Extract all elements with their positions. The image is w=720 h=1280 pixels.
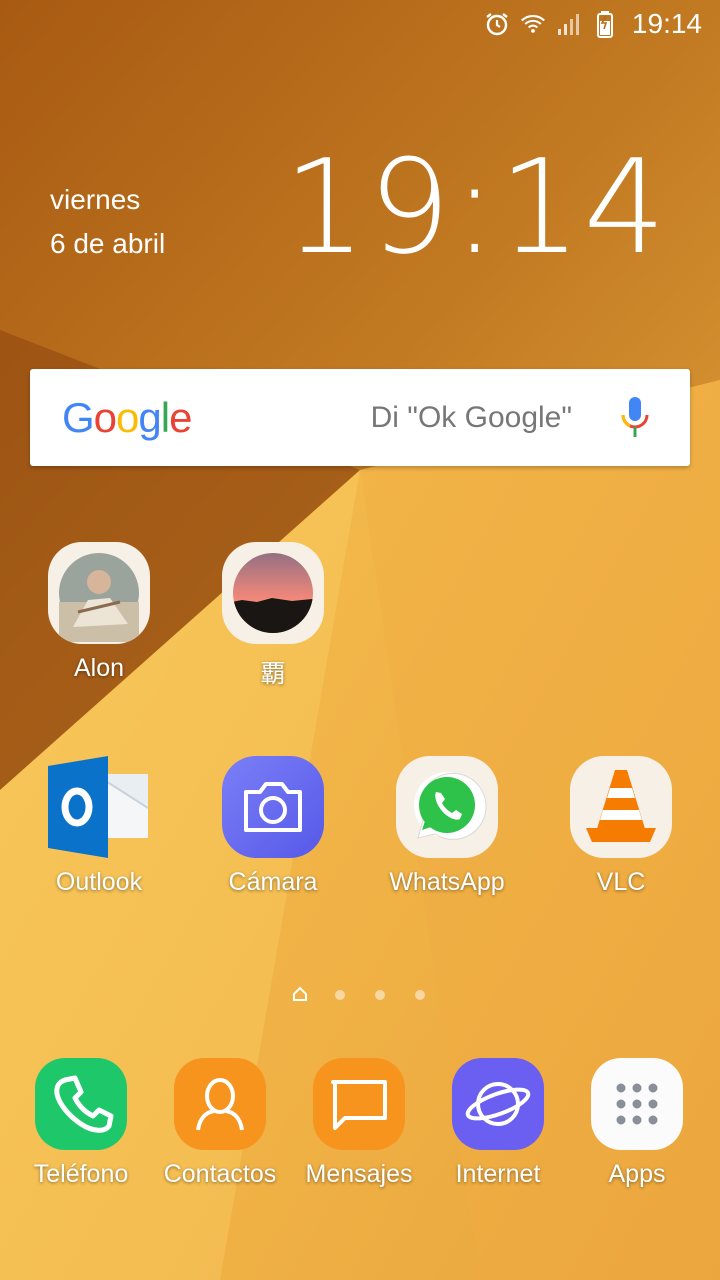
page-indicator[interactable] (0, 984, 720, 1008)
alarm-icon (484, 11, 510, 37)
app-label: Cámara (228, 868, 318, 896)
page-dot[interactable] (375, 990, 385, 1000)
phone-icon (35, 1058, 127, 1150)
whatsapp-icon (396, 756, 498, 858)
app-label: Outlook (55, 868, 143, 896)
contact-shortcut-alon[interactable]: Alon (24, 542, 174, 683)
day-label: viernes (50, 184, 141, 215)
internet-icon (452, 1058, 544, 1150)
battery-icon (592, 11, 618, 38)
dock-messages[interactable]: Mensajes (284, 1058, 434, 1189)
contact-photo-icon (48, 542, 150, 644)
search-hint: Di "Ok Google" (370, 400, 572, 434)
app-label: Alon (73, 654, 125, 682)
dock-phone[interactable]: Teléfono (6, 1058, 156, 1189)
app-label: Contactos (163, 1160, 277, 1188)
vlc-icon (570, 756, 672, 858)
wifi-icon (520, 11, 546, 37)
app-label: Internet (455, 1160, 541, 1188)
app-label: 覇 (260, 660, 286, 688)
app-whatsapp[interactable]: WhatsApp (372, 756, 522, 897)
google-search-bar[interactable]: Google Di "Ok Google" (30, 369, 690, 466)
app-vlc[interactable]: VLC (546, 756, 696, 897)
contacts-icon (174, 1058, 266, 1150)
page-dot[interactable] (335, 990, 345, 1000)
status-bar: 19:14 (0, 0, 720, 48)
contact-photo-icon (222, 542, 324, 644)
dock-apps[interactable]: Apps (562, 1058, 712, 1189)
app-camera[interactable]: Cámara (198, 756, 348, 897)
app-label: Mensajes (305, 1160, 413, 1188)
status-time: 19:14 (631, 8, 702, 39)
app-outlook[interactable]: Outlook (24, 756, 174, 897)
contact-shortcut-2[interactable]: 覇 (198, 542, 348, 690)
app-label: VLC (596, 868, 646, 896)
messages-icon (313, 1058, 405, 1150)
app-label: Apps (608, 1160, 666, 1188)
outlook-icon (48, 756, 150, 858)
signal-icon (556, 11, 582, 37)
camera-icon (222, 756, 324, 858)
app-label: WhatsApp (389, 868, 505, 896)
dock-internet[interactable]: Internet (423, 1058, 573, 1189)
apps-grid-icon (591, 1058, 683, 1150)
page-dot[interactable] (415, 990, 425, 1000)
clock-widget-time[interactable]: 19:14 (283, 132, 668, 282)
app-label: Teléfono (33, 1160, 129, 1188)
microphone-icon[interactable] (618, 395, 652, 441)
date-widget[interactable]: viernes 6 de abril (50, 178, 165, 266)
dock-contacts[interactable]: Contactos (145, 1058, 295, 1189)
google-logo: Google (62, 393, 192, 441)
date-label: 6 de abril (50, 228, 166, 259)
home-page-icon[interactable] (292, 986, 308, 1002)
